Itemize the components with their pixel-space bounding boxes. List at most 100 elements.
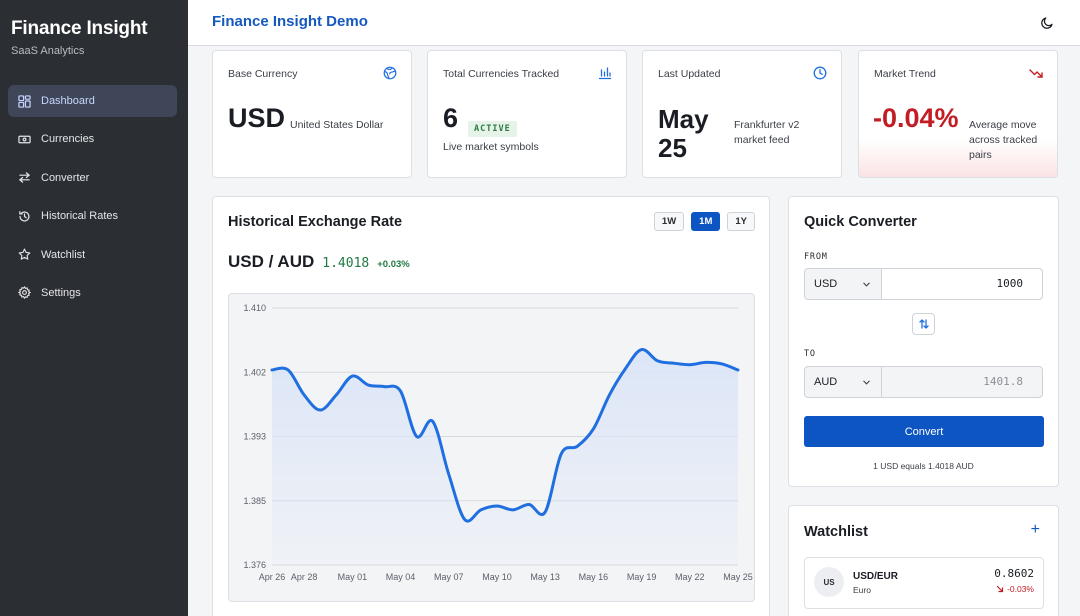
history-icon [18, 210, 31, 223]
stat-value: USD [228, 103, 286, 133]
arrows-exchange-icon [18, 171, 31, 184]
x-tick-label: Apr 26 [259, 572, 286, 582]
watchlist-rate: 0.8602 [994, 567, 1034, 580]
conversion-note: 1 USD equals 1.4018 AUD [873, 461, 974, 471]
watchlist-card: Watchlist + US USD/EUR Euro 0.8602 -0.03… [788, 505, 1059, 616]
watchlist-change-value: -0.03% [1007, 584, 1034, 594]
banknote-icon [18, 133, 31, 146]
stat-value: May 25 [658, 105, 709, 163]
stat-card-base-currency: Base Currency USD United States Dollar [212, 50, 412, 178]
moon-icon [1041, 17, 1053, 29]
stat-label: Last Updated [658, 68, 721, 80]
x-tick-label: May 22 [675, 572, 705, 582]
x-tick-label: May 07 [434, 572, 464, 582]
sidebar-item-label: Historical Rates [41, 210, 119, 223]
pair-change: +0.03% [377, 259, 410, 270]
stat-label: Total Currencies Tracked [443, 68, 560, 80]
stat-value-day: 25 [658, 133, 687, 163]
series-area [272, 349, 738, 565]
y-tick-label: 1.410 [243, 303, 266, 313]
watchlist-pair: USD/EUR [853, 571, 899, 582]
from-currency-select[interactable]: USD [804, 268, 882, 300]
chevron-down-icon [863, 380, 870, 385]
chevron-down-icon [863, 282, 870, 287]
to-label: TO [804, 349, 816, 359]
sidebar-item-label: Converter [41, 171, 90, 184]
star-icon [18, 248, 31, 261]
stat-detail: Frankfurter v2 market feed [734, 119, 800, 146]
y-tick-label: 1.402 [243, 367, 266, 377]
pair-name: USD / AUD [228, 252, 315, 271]
sidebar-item-label: Currencies [41, 133, 95, 146]
status-badge-wrap: ACTIVE [468, 118, 517, 137]
exchange-rate-chart: 1.410 1.402 1.393 1.385 1.376 Apr 26 Apr 28 May… [243, 303, 753, 582]
status-badge: ACTIVE [468, 121, 517, 137]
range-selector: 1W 1M 1Y [653, 212, 755, 231]
stat-detail: Live market symbols [443, 141, 539, 153]
stat-detail: United States Dollar [290, 119, 384, 131]
watchlist-change: -0.03% [996, 584, 1034, 594]
x-tick-label: May 16 [579, 572, 609, 582]
sidebar-item-label: Settings [41, 286, 81, 299]
from-label: FROM [804, 252, 828, 262]
stat-card-last-updated: Last Updated May 25 Frankfurter v2 marke… [642, 50, 842, 178]
sidebar-item-label: Watchlist [41, 248, 86, 261]
stat-label: Base Currency [228, 68, 298, 80]
x-tick-label: May 19 [627, 572, 657, 582]
x-tick-label: Apr 28 [291, 572, 318, 582]
top-header: Finance Insight Demo [188, 0, 1080, 46]
gear-icon [18, 286, 31, 300]
sidebar-item-settings[interactable]: Settings [8, 277, 177, 309]
x-tick-label: May 01 [338, 572, 368, 582]
theme-toggle-button[interactable] [1038, 14, 1056, 32]
grid-icon [18, 94, 31, 108]
chart-plot-area: 1.410 1.402 1.393 1.385 1.376 Apr 26 Apr 28 May… [228, 293, 755, 602]
stat-value-month: May [658, 104, 709, 134]
x-tick-label: May 25 [723, 572, 753, 582]
watchlist-item[interactable]: US USD/EUR Euro 0.8602 -0.03% [804, 557, 1044, 609]
historical-rate-card: Historical Exchange Rate 1W 1M 1Y USD / … [212, 196, 770, 616]
brand-subtitle: SaaS Analytics [11, 45, 85, 57]
swap-currencies-button[interactable] [912, 313, 935, 335]
trending-down-icon [1029, 66, 1043, 80]
sidebar-item-watchlist[interactable]: Watchlist [8, 239, 177, 271]
arrow-down-right-icon [996, 585, 1004, 593]
pair-summary: USD / AUD 1.4018 +0.03% [228, 252, 410, 272]
sidebar-item-historical-rates[interactable]: Historical Rates [8, 200, 177, 232]
sidebar: Finance Insight SaaS Analytics Dashboard… [0, 0, 188, 616]
clock-icon [813, 66, 827, 80]
amount-input[interactable]: 1000 [881, 268, 1043, 300]
y-tick-label: 1.385 [243, 496, 266, 506]
result-field: 1401.8 [881, 366, 1043, 398]
globe-icon [383, 66, 397, 80]
sidebar-item-label: Dashboard [41, 95, 95, 107]
to-currency-select[interactable]: AUD [804, 366, 882, 398]
add-watchlist-button[interactable]: + [1031, 521, 1040, 539]
converter-title: Quick Converter [804, 214, 917, 230]
brand-title: Finance Insight [11, 18, 148, 39]
watchlist-title: Watchlist [804, 524, 868, 540]
bar-chart-icon [598, 66, 612, 80]
sidebar-item-currencies[interactable]: Currencies [8, 123, 177, 155]
y-tick-label: 1.393 [243, 432, 266, 442]
range-button-1m[interactable]: 1M [691, 212, 721, 231]
x-tick-label: May 13 [530, 572, 560, 582]
stat-detail: Average move across tracked pairs [969, 119, 1038, 161]
sidebar-item-dashboard[interactable]: Dashboard [8, 85, 177, 117]
pair-rate: 1.4018 [322, 256, 370, 271]
page-title: Finance Insight Demo [212, 13, 368, 30]
sidebar-nav: Dashboard Currencies Converter Historica… [8, 85, 177, 315]
stat-value: -0.04% [873, 103, 959, 133]
watchlist-currency-name: Euro [853, 585, 871, 595]
stat-card-tracked: Total Currencies Tracked 6 ACTIVE Live m… [427, 50, 627, 178]
stat-value: 6 [443, 103, 459, 133]
x-tick-label: May 04 [386, 572, 416, 582]
to-currency-value: AUD [814, 376, 838, 388]
convert-button[interactable]: Convert [804, 416, 1044, 447]
range-button-1w[interactable]: 1W [653, 212, 685, 231]
range-button-1y[interactable]: 1Y [727, 212, 755, 231]
from-currency-value: USD [814, 278, 838, 290]
y-tick-label: 1.376 [243, 560, 266, 570]
quick-converter-card: Quick Converter FROM USD 1000 TO AUD 140… [788, 196, 1059, 487]
sidebar-item-converter[interactable]: Converter [8, 162, 177, 194]
